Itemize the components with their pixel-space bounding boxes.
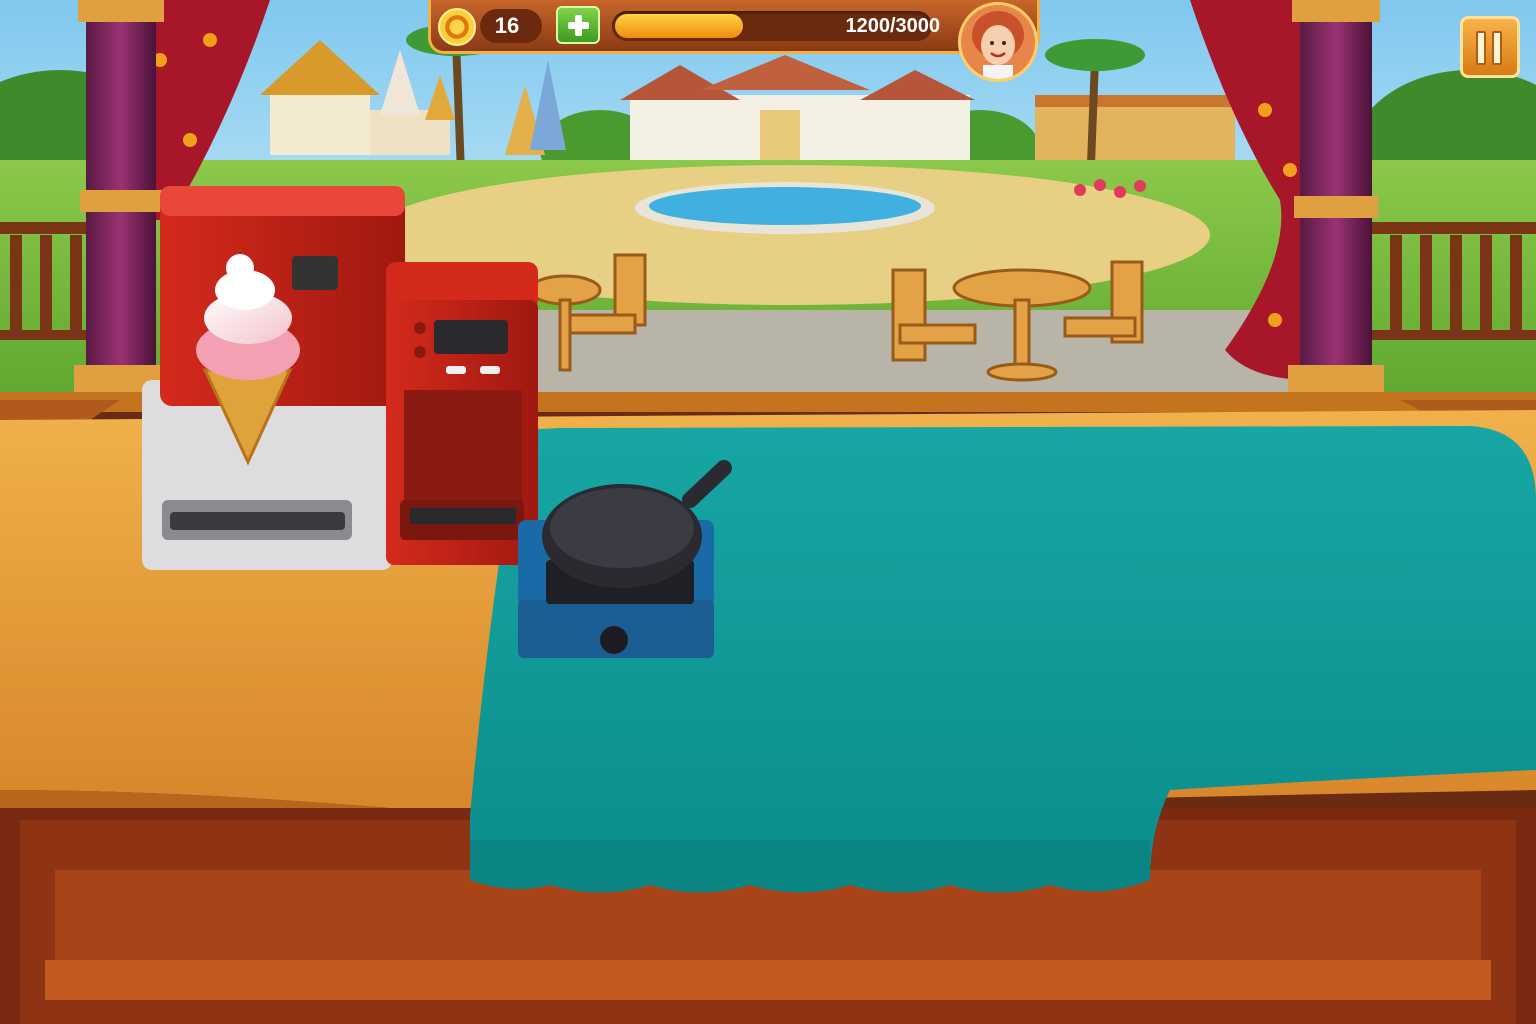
pause-icon: [1476, 31, 1504, 65]
chef-face-icon: [961, 5, 1035, 79]
ice-cream-machine-station[interactable]: [142, 186, 406, 570]
coin-icon: [438, 8, 476, 46]
coin-count: 16: [494, 13, 520, 38]
add-coins-button[interactable]: [556, 6, 600, 44]
pillar-right: [1288, 0, 1384, 397]
score-progress-fill: [615, 14, 743, 38]
chef-avatar[interactable]: [958, 2, 1038, 82]
fountain: [649, 187, 921, 225]
pause-button[interactable]: [1460, 16, 1520, 78]
building-right: [1035, 100, 1235, 165]
stove-station[interactable]: [518, 460, 730, 658]
score-progress-text: 1200/3000: [845, 15, 940, 37]
coffee-machine-station[interactable]: [386, 262, 538, 565]
plus-icon: [558, 8, 598, 42]
